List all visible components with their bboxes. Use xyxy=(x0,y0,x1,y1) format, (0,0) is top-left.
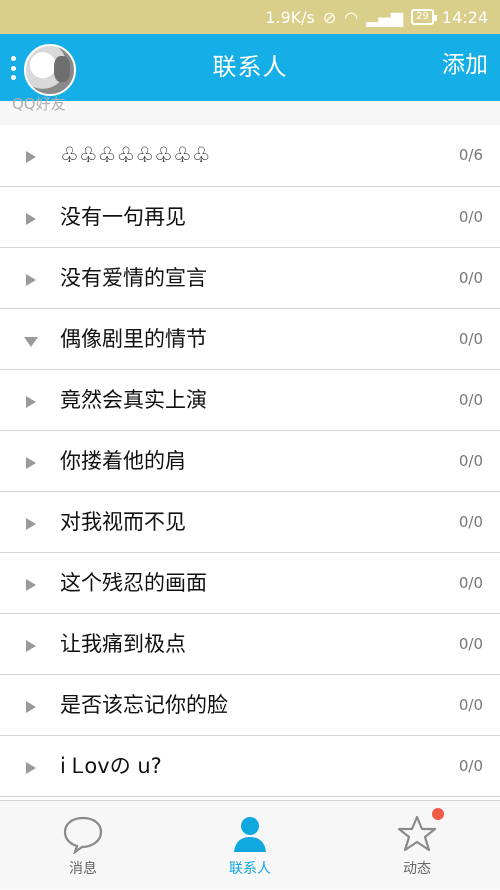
group-name: ♧♧♧♧♧♧♧♧ xyxy=(60,143,211,167)
page-title: 联系人 xyxy=(212,53,288,81)
tab-contacts[interactable]: 联系人 xyxy=(167,801,333,890)
group-count: 0/0 xyxy=(458,757,483,775)
chevron-right-icon xyxy=(26,396,36,408)
group-row[interactable]: 对我视而不见 0/0 xyxy=(0,492,500,553)
group-row[interactable]: i Ꮮovの u? 0/0 xyxy=(0,736,500,797)
group-count: 0/0 xyxy=(458,391,483,409)
chevron-right-icon xyxy=(26,457,36,469)
chevron-right-icon xyxy=(26,579,36,591)
group-row[interactable]: 没有爱情的宣言 0/0 xyxy=(0,248,500,309)
tab-messages[interactable]: 消息 xyxy=(0,801,166,890)
tab-activity[interactable]: 动态 xyxy=(334,801,500,890)
group-row[interactable]: ♧♧♧♧♧♧♧♧ 0/6 xyxy=(0,125,500,187)
group-row[interactable]: 没有一句再见 0/0 xyxy=(0,187,500,248)
group-name: 没有爱情的宣言 xyxy=(60,266,207,290)
group-count: 0/0 xyxy=(458,330,483,348)
friends-section-header: QQ好友 xyxy=(0,95,500,125)
chevron-right-icon xyxy=(26,640,36,652)
group-row[interactable]: 是否该忘记你的脸 0/0 xyxy=(0,675,500,736)
group-row[interactable]: 这个残忍的画面 0/0 xyxy=(0,553,500,614)
message-bubble-icon xyxy=(0,814,166,854)
contact-group-list: ♧♧♧♧♧♧♧♧ 0/6 没有一句再见 0/0 没有爱情的宣言 0/0 偶像剧里… xyxy=(0,125,500,800)
group-name: 是否该忘记你的脸 xyxy=(60,693,228,717)
group-count: 0/0 xyxy=(458,208,483,226)
signal-icon: ▂▄▆ xyxy=(366,7,404,27)
contact-person-icon xyxy=(167,814,333,854)
chevron-right-icon xyxy=(26,701,36,713)
tab-label: 动态 xyxy=(403,861,431,877)
group-count: 0/0 xyxy=(458,574,483,592)
star-icon xyxy=(334,814,500,854)
group-row[interactable]: 竟然会真实上演 0/0 xyxy=(0,370,500,431)
group-name: 竟然会真实上演 xyxy=(60,388,207,412)
chevron-right-icon xyxy=(26,274,36,286)
group-count: 0/0 xyxy=(458,696,483,714)
group-count: 0/0 xyxy=(458,269,483,287)
battery-icon: 29 xyxy=(411,9,437,25)
group-count: 0/6 xyxy=(458,146,483,164)
group-name: 你搂着他的肩 xyxy=(60,449,186,473)
network-speed: 1.9K/s xyxy=(265,7,315,27)
tab-label: 消息 xyxy=(69,861,97,877)
group-name: 没有一句再见 xyxy=(60,205,186,229)
chevron-right-icon xyxy=(26,213,36,225)
chevron-down-icon xyxy=(24,337,38,347)
status-bar: 1.9K/s ⊘ ◠ ▂▄▆ 29 14:24 xyxy=(0,0,500,34)
app-header: 联系人 添加 xyxy=(0,34,500,101)
group-name: 这个残忍的画面 xyxy=(60,571,207,595)
group-count: 0/0 xyxy=(458,635,483,653)
group-count: 0/0 xyxy=(458,452,483,470)
group-name: 让我痛到极点 xyxy=(60,632,186,656)
group-name: 偶像剧里的情节 xyxy=(60,327,207,351)
chevron-right-icon xyxy=(26,762,36,774)
notification-dot xyxy=(432,808,444,820)
chevron-right-icon xyxy=(26,151,36,163)
mute-icon: ⊘ xyxy=(322,7,337,27)
group-row[interactable]: 你搂着他的肩 0/0 xyxy=(0,431,500,492)
status-time: 14:24 xyxy=(441,7,488,27)
group-name: 对我视而不见 xyxy=(60,510,186,534)
group-row[interactable]: 让我痛到极点 0/0 xyxy=(0,614,500,675)
chevron-right-icon xyxy=(26,518,36,530)
group-name: i Ꮮovの u? xyxy=(60,754,162,778)
wifi-icon: ◠ xyxy=(344,7,359,27)
group-row-expanded[interactable]: 偶像剧里的情节 0/0 xyxy=(0,309,500,370)
tab-label: 联系人 xyxy=(229,861,271,877)
group-count: 0/0 xyxy=(458,513,483,531)
bottom-navigation: 消息 联系人 动态 xyxy=(0,800,500,889)
section-label: QQ好友 xyxy=(12,95,66,113)
status-indicators: 1.9K/s ⊘ ◠ ▂▄▆ 29 14:24 xyxy=(265,0,488,34)
add-contact-button[interactable]: 添加 xyxy=(442,34,488,101)
